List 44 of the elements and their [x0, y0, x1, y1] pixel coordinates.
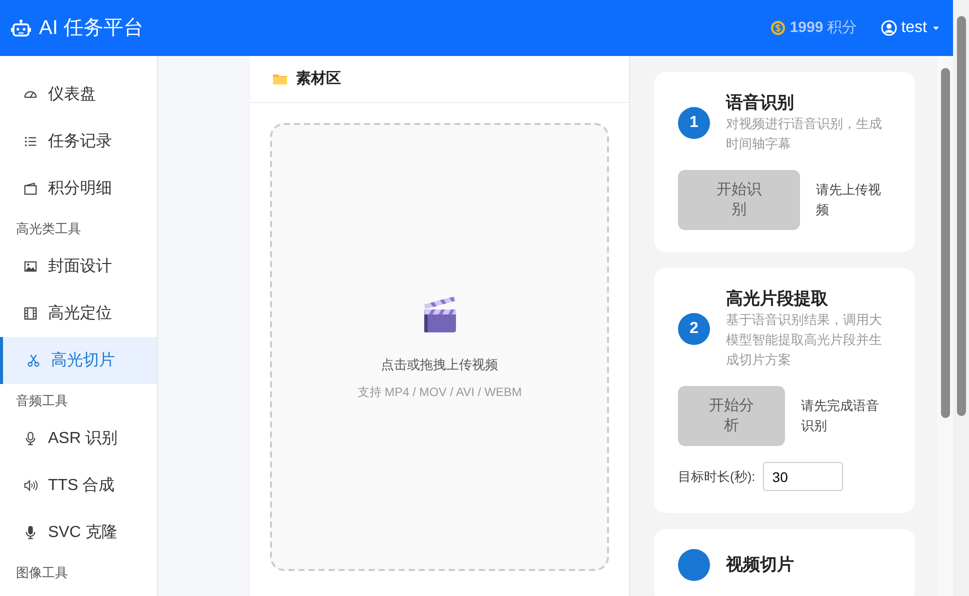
- sidebar-item[interactable]: TTS 合成: [0, 462, 157, 509]
- step-description: 对视频进行语音识别，生成时间轴字幕: [726, 115, 883, 154]
- list-icon: [23, 134, 38, 149]
- status-hint: 请先完成语音识别: [800, 397, 880, 436]
- image-icon: [23, 259, 38, 274]
- wallet-icon: [23, 181, 38, 196]
- points-value: 1999: [790, 18, 824, 38]
- sidebar-item[interactable]: 高光定位: [0, 290, 157, 337]
- sidebar-item[interactable]: 积分明细: [0, 165, 157, 212]
- brand-title[interactable]: AI 任务平台: [39, 13, 144, 43]
- scissors-icon: [26, 353, 41, 368]
- points-unit: 积分: [827, 18, 858, 38]
- step-number: 1: [678, 107, 710, 140]
- user-menu[interactable]: test: [881, 16, 941, 40]
- step-description: 基于语音识别结果，调用大模型智能提取高光片段并生成切片方案: [726, 311, 883, 370]
- step-title: 视频切片: [726, 554, 794, 576]
- section-heading: 高光类工具: [15, 220, 82, 238]
- upload-instruction: 点击或拖拽上传视频: [381, 356, 498, 374]
- sidebar-item[interactable]: 仪表盘: [0, 71, 157, 118]
- upload-dropzone[interactable]: 点击或拖拽上传视频 支持 MP4 / MOV / AVI / WEBM: [270, 123, 609, 571]
- section-heading: 图像工具: [15, 564, 69, 582]
- step-number-circle: [678, 549, 710, 582]
- supported-formats: 支持 MP4 / MOV / AVI / WEBM: [357, 384, 522, 401]
- step-title: 高光片段提取: [726, 288, 829, 310]
- scrollbar[interactable]: [953, 0, 969, 596]
- step-title: 语音识别: [726, 92, 795, 114]
- field-label: 目标时长(秒):: [678, 468, 756, 486]
- status-hint: 请先上传视频: [816, 181, 882, 220]
- speaker-icon: [23, 478, 38, 493]
- robot-icon: [11, 18, 31, 38]
- step-number: 2: [678, 313, 710, 346]
- coin-icon: [770, 20, 786, 36]
- microphone-icon: [23, 525, 38, 540]
- sidebar-item[interactable]: 高光切片: [0, 337, 157, 384]
- film-icon: [23, 306, 38, 321]
- sidebar-item[interactable]: SVC 克隆: [0, 509, 157, 556]
- sidebar-item[interactable]: 封面设计: [0, 243, 157, 290]
- scrollbar[interactable]: [937, 56, 953, 596]
- microphone-icon: [23, 431, 38, 446]
- sidebar-item[interactable]: ASR 识别: [0, 415, 157, 462]
- user-icon: [881, 20, 898, 36]
- sidebar-item[interactable]: 任务记录: [0, 118, 157, 165]
- panel-title: 素材区: [296, 68, 341, 89]
- section-heading: 音频工具: [15, 392, 69, 410]
